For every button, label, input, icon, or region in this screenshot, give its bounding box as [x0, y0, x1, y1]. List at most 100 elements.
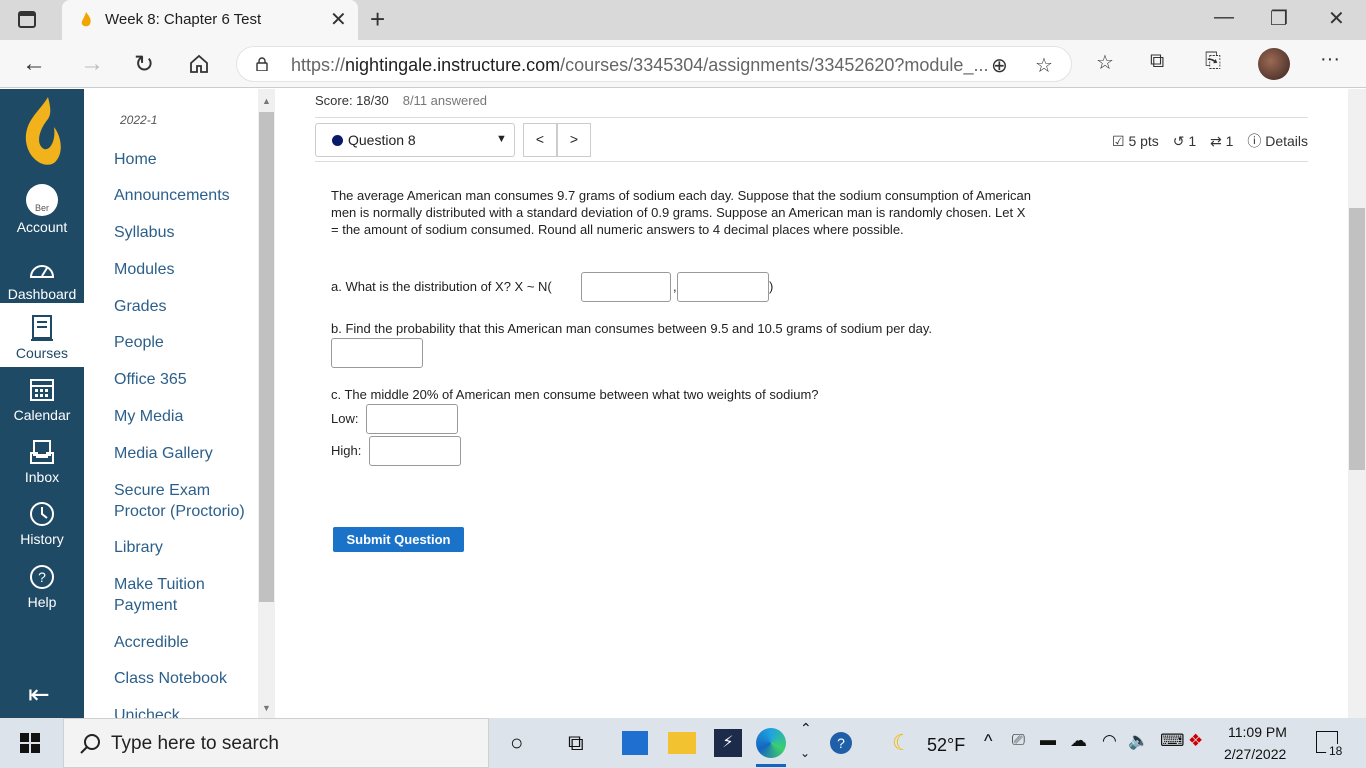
- notification-count: 18: [1326, 744, 1346, 758]
- temperature-text[interactable]: 52°F: [927, 735, 965, 756]
- tab-close-icon[interactable]: ✕: [330, 7, 347, 32]
- course-nav-media-gallery[interactable]: Media Gallery: [114, 443, 213, 464]
- collections-icon[interactable]: ⧉: [1150, 50, 1164, 73]
- weather-moon-icon[interactable]: ☾: [892, 730, 912, 756]
- browser-tab-bar: Week 8: Chapter 6 Test ✕ + — ❐ ✕: [0, 0, 1366, 40]
- refresh-icon[interactable]: ↻: [134, 50, 154, 79]
- forward-icon[interactable]: →: [80, 50, 104, 78]
- tab-actions-icon[interactable]: [18, 11, 36, 28]
- course-nav-class-notebook[interactable]: Class Notebook: [114, 668, 227, 689]
- close-window-icon[interactable]: ✕: [1328, 6, 1345, 31]
- minimize-icon[interactable]: —: [1214, 6, 1234, 29]
- course-nav-modules[interactable]: Modules: [114, 259, 174, 280]
- profile-avatar[interactable]: [1258, 48, 1290, 80]
- course-nav-people[interactable]: People: [114, 332, 164, 353]
- address-bar[interactable]: https://nightingale.instructure.com/cour…: [236, 46, 1072, 82]
- course-nav-office-365[interactable]: Office 365: [114, 369, 187, 390]
- store-icon[interactable]: [622, 731, 648, 755]
- collapse-nav-icon[interactable]: ⇤: [28, 679, 50, 710]
- chevron-down-icon: ▼: [496, 133, 507, 145]
- search-icon: [80, 734, 100, 754]
- info-icon[interactable]: ⓘ: [1247, 133, 1261, 149]
- dropbox-icon[interactable]: ❖: [1188, 731, 1203, 751]
- course-nav-grades[interactable]: Grades: [114, 296, 166, 317]
- course-nav-announcements[interactable]: Announcements: [114, 185, 230, 206]
- school-logo-icon[interactable]: [20, 97, 66, 169]
- part-a-prompt: a. What is the distribution of X? X ~ N(: [331, 279, 552, 294]
- course-nav-tuition-payment[interactable]: Make Tuition Payment: [114, 574, 224, 616]
- back-icon[interactable]: ←: [22, 50, 46, 78]
- show-hidden-icons-icon[interactable]: ^: [984, 731, 992, 752]
- probability-input[interactable]: [331, 338, 423, 368]
- wifi-icon[interactable]: ◠: [1102, 731, 1117, 751]
- page-scroll-thumb[interactable]: [1349, 208, 1365, 470]
- cortana-icon[interactable]: ○: [510, 730, 523, 756]
- more-menu-icon[interactable]: ···: [1320, 48, 1340, 71]
- course-nav-scroll-thumb[interactable]: [259, 112, 274, 602]
- tray-expand-up-icon[interactable]: ⌃: [800, 720, 812, 737]
- edge-browser-icon[interactable]: [756, 728, 786, 758]
- courses-icon: [31, 315, 53, 341]
- clock-date[interactable]: 2/27/2022: [1224, 746, 1286, 762]
- course-nav-my-media[interactable]: My Media: [114, 406, 183, 427]
- taskbar-search[interactable]: Type here to search: [63, 718, 489, 768]
- gnav-calendar[interactable]: Calendar: [0, 375, 84, 423]
- divider: [315, 161, 1308, 162]
- favorites-icon[interactable]: ☆: [1096, 50, 1114, 75]
- gnav-account-label: Account: [16, 219, 68, 235]
- keyboard-icon[interactable]: ⌨: [1160, 731, 1185, 751]
- onedrive-icon[interactable]: ☁: [1070, 731, 1087, 751]
- next-question-button[interactable]: >: [557, 123, 591, 157]
- gnav-courses-label: Courses: [15, 345, 69, 361]
- question-select[interactable]: Question 8 ▼: [315, 123, 515, 157]
- gnav-dashboard[interactable]: Dashboard: [0, 254, 84, 302]
- details-link[interactable]: Details: [1265, 133, 1308, 149]
- course-nav-syllabus[interactable]: Syllabus: [114, 222, 174, 243]
- gnav-inbox[interactable]: Inbox: [0, 437, 84, 485]
- volume-icon[interactable]: 🔈: [1128, 731, 1149, 751]
- new-tab-icon[interactable]: +: [370, 4, 385, 35]
- gnav-account[interactable]: Ber Account: [0, 183, 84, 235]
- browser-tab[interactable]: Week 8: Chapter 6 Test ✕: [62, 0, 358, 40]
- gnav-history[interactable]: History: [0, 499, 84, 547]
- attempts-icon: ⇄: [1210, 133, 1222, 149]
- task-view-icon[interactable]: ⧉: [568, 730, 584, 756]
- mean-input[interactable]: [581, 272, 671, 302]
- help-app-icon[interactable]: ?: [830, 732, 852, 754]
- high-input[interactable]: [369, 436, 461, 466]
- lock-icon[interactable]: [255, 57, 269, 71]
- app-icon[interactable]: ⚡: [714, 729, 742, 757]
- home-icon[interactable]: [188, 53, 210, 75]
- submit-question-button[interactable]: Submit Question: [333, 527, 464, 552]
- course-nav-library[interactable]: Library: [114, 537, 163, 558]
- course-nav-accredible[interactable]: Accredible: [114, 632, 189, 653]
- gnav-help[interactable]: ? Help: [0, 562, 84, 610]
- gnav-courses[interactable]: Courses: [0, 303, 84, 367]
- url-text[interactable]: https://nightingale.instructure.com/cour…: [291, 55, 988, 76]
- account-avatar-icon: Ber: [26, 184, 58, 216]
- scroll-up-icon[interactable]: ▲: [262, 96, 271, 106]
- score-line: Score: 18/30 8/11 answered: [315, 93, 487, 108]
- zoom-icon[interactable]: ⊕: [991, 53, 1008, 78]
- retry-icon[interactable]: ↺: [1173, 133, 1185, 149]
- low-input[interactable]: [366, 404, 458, 434]
- add-favorite-icon[interactable]: ☆: [1035, 53, 1053, 78]
- clock-time[interactable]: 11:09 PM: [1228, 724, 1287, 740]
- course-nav-home[interactable]: Home: [114, 149, 157, 170]
- svg-text:?: ?: [38, 569, 46, 585]
- std-dev-input[interactable]: [677, 272, 769, 302]
- battery-icon[interactable]: ▬: [1040, 732, 1056, 750]
- scroll-down-icon[interactable]: ▼: [262, 703, 271, 713]
- low-label: Low:: [331, 411, 359, 426]
- share-icon[interactable]: ⎘: [1205, 50, 1221, 73]
- gnav-calendar-label: Calendar: [13, 407, 71, 423]
- windows-start-icon[interactable]: [20, 733, 40, 753]
- previous-question-button[interactable]: <: [523, 123, 557, 157]
- course-nav-unicheck[interactable]: Unicheck: [114, 705, 180, 718]
- file-explorer-icon[interactable]: [668, 732, 696, 754]
- meet-now-icon[interactable]: ⎚: [1012, 732, 1025, 750]
- score-text: Score: 18/30: [315, 93, 389, 108]
- course-nav-secure-exam[interactable]: Secure Exam Proctor (Proctorio): [114, 480, 254, 522]
- tray-expand-down-icon[interactable]: ⌄: [800, 746, 810, 760]
- restore-icon[interactable]: ❐: [1270, 6, 1288, 31]
